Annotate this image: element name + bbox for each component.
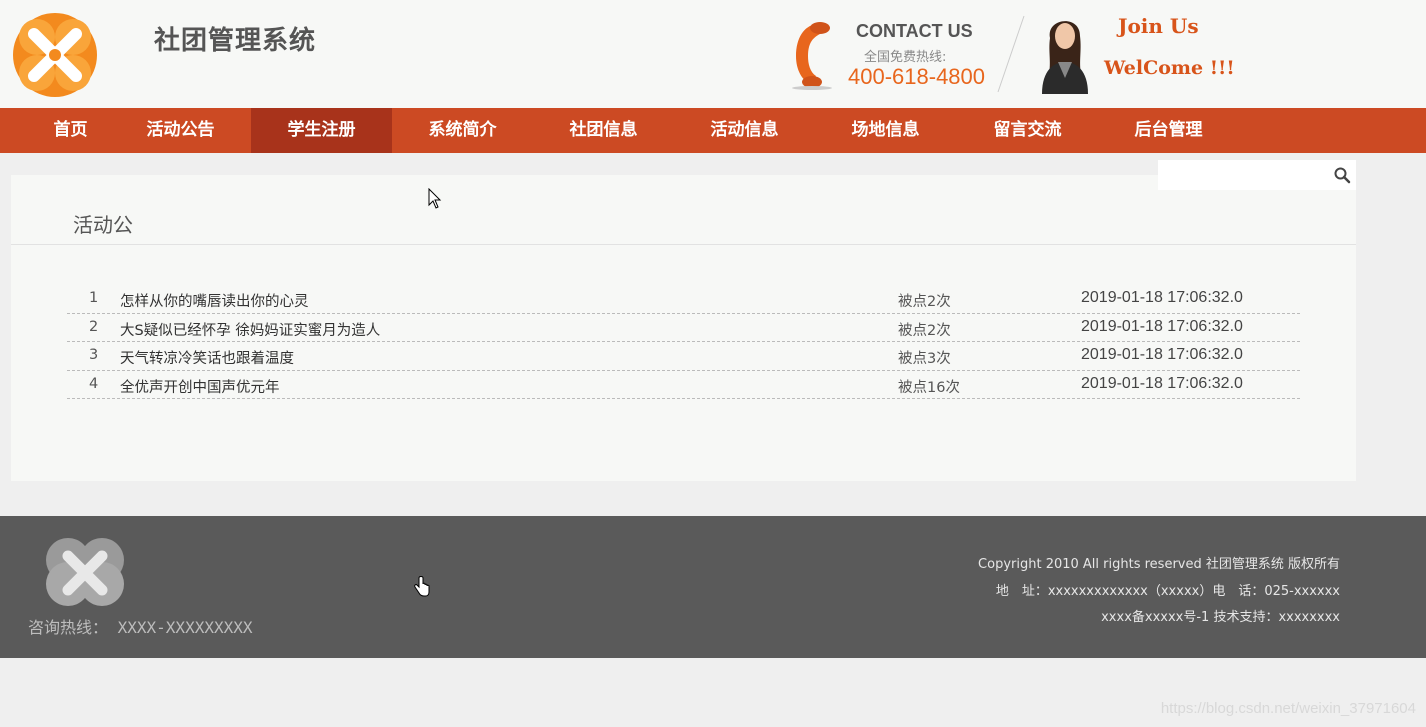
nav-item-messages[interactable]: 留言交流 (957, 108, 1098, 153)
contact-title: CONTACT US (856, 21, 973, 41)
footer-copyright: Copyright 2010 All rights reserved 社团管理系… (978, 557, 1340, 572)
item-time: 2019-01-18 17:06:32.0 (1081, 317, 1243, 335)
content-panel: 活动公 1 怎样从你的嘴唇读出你的心灵 被点2次 2019-01-18 17:0… (11, 175, 1356, 481)
search-input[interactable] (1158, 160, 1356, 190)
title-divider (11, 244, 1356, 245)
announcement-list: 1 怎样从你的嘴唇读出你的心灵 被点2次 2019-01-18 17:06:32… (67, 285, 1300, 399)
list-item[interactable]: 3 天气转凉冷笑话也跟着温度 被点3次 2019-01-18 17:06:32.… (67, 342, 1300, 371)
site-logo[interactable] (12, 12, 98, 98)
contact-phone: 400-618-4800 (848, 64, 986, 89)
item-number: 2 (89, 318, 99, 335)
item-views: 被点2次 (898, 322, 951, 339)
nav-item-club-info[interactable]: 社团信息 (533, 108, 674, 153)
item-views: 被点16次 (898, 379, 960, 396)
item-title-link[interactable]: 天气转凉冷笑话也跟着温度 (120, 347, 294, 368)
welcome-text: WelCome !!! (1104, 57, 1235, 79)
item-title-link[interactable]: 大S疑似已经怀孕 徐妈妈证实蜜月为造人 (120, 319, 380, 340)
watermark: https://blog.csdn.net/weixin_37971604 (1160, 700, 1416, 717)
footer-record: xxxx备xxxxx号-1 技术支持：xxxxxxxx (1101, 610, 1340, 625)
join-us-text: Join Us (1118, 14, 1199, 38)
nav-item-admin[interactable]: 后台管理 (1098, 108, 1239, 153)
site-header: 社团管理系统 CONTACT US 全国免费热线: 400-618-4800 J… (0, 0, 1426, 108)
header-divider (997, 15, 1025, 93)
site-title: 社团管理系统 (154, 26, 317, 56)
contact-subtitle: 全国免费热线: (864, 50, 947, 65)
item-title-link[interactable]: 怎样从你的嘴唇读出你的心灵 (120, 290, 309, 311)
nav-item-system-intro[interactable]: 系统简介 (392, 108, 533, 153)
nav-item-student-register[interactable]: 学生注册 (251, 108, 392, 153)
item-views: 被点2次 (898, 294, 951, 310)
item-time: 2019-01-18 17:06:32.0 (1081, 289, 1243, 306)
item-views: 被点3次 (898, 351, 951, 367)
item-number: 3 (89, 347, 99, 363)
site-footer: 咨询热线： XXXX-XXXXXXXXX Copyright 2010 All … (0, 516, 1426, 658)
person-photo (1042, 21, 1088, 94)
hand-cursor-icon (414, 576, 430, 597)
main-nav: 首页 活动公告 学生注册 系统简介 社团信息 活动信息 场地信息 留言交流 后台… (0, 108, 1426, 153)
item-time: 2019-01-18 17:06:32.0 (1081, 374, 1243, 392)
section-title: 活动公 (73, 213, 133, 237)
phone-icon (792, 22, 832, 90)
arrow-cursor-icon (428, 188, 442, 209)
footer-address: 地 址：xxxxxxxxxxxxx（xxxxx）电 话：025-xxxxxx (995, 584, 1340, 599)
list-item[interactable]: 1 怎样从你的嘴唇读出你的心灵 被点2次 2019-01-18 17:06:32… (67, 285, 1300, 314)
nav-item-activity-info[interactable]: 活动信息 (674, 108, 815, 153)
nav-item-announcements[interactable]: 活动公告 (110, 108, 251, 153)
list-item[interactable]: 2 大S疑似已经怀孕 徐妈妈证实蜜月为造人 被点2次 2019-01-18 17… (67, 314, 1300, 342)
item-title-link[interactable]: 全优声开创中国声优元年 (120, 376, 280, 397)
nav-item-venue-info[interactable]: 场地信息 (815, 108, 956, 153)
item-number: 1 (89, 290, 99, 306)
footer-hotline: 咨询热线： XXXX-XXXXXXXXX (28, 618, 253, 637)
list-item[interactable]: 4 全优声开创中国声优元年 被点16次 2019-01-18 17:06:32.… (67, 371, 1300, 399)
item-time: 2019-01-18 17:06:32.0 (1081, 346, 1243, 363)
footer-logo (46, 538, 124, 606)
search-icon[interactable] (1333, 166, 1351, 184)
item-number: 4 (89, 375, 99, 392)
